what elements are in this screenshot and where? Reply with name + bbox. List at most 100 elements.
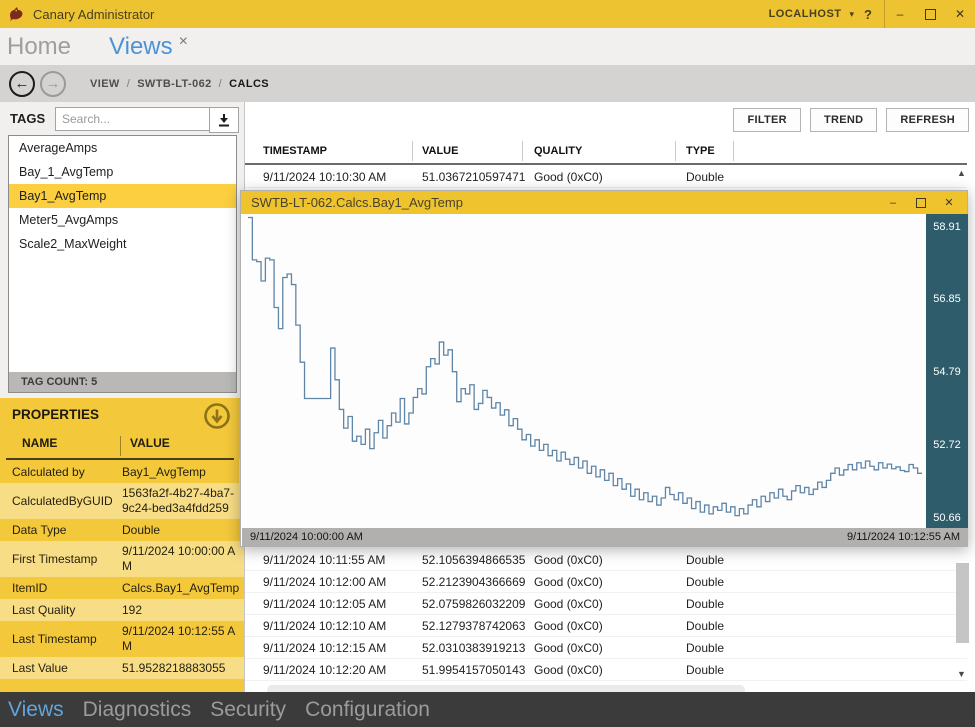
col-value[interactable]: VALUE bbox=[422, 140, 534, 162]
property-name: Data Type bbox=[0, 523, 122, 537]
maximize-button[interactable] bbox=[915, 0, 945, 28]
tag-search-input[interactable] bbox=[55, 107, 211, 131]
bottom-nav-views[interactable]: Views bbox=[8, 692, 64, 727]
table-row[interactable]: 9/11/2024 10:12:15 AM52.0310383919213Goo… bbox=[245, 637, 967, 659]
property-row[interactable]: Calculated byBay1_AvgTemp bbox=[0, 461, 244, 483]
column-divider bbox=[412, 141, 413, 161]
load-tags-button[interactable] bbox=[209, 107, 239, 133]
property-row[interactable]: Data TypeDouble bbox=[0, 519, 244, 541]
property-row[interactable]: Last Quality192 bbox=[0, 599, 244, 621]
tag-listbox: AverageAmpsBay_1_AvgTempBay1_AvgTempMete… bbox=[8, 135, 237, 393]
property-name: Calculated by bbox=[0, 465, 122, 479]
trend-chart-plot[interactable] bbox=[242, 214, 926, 528]
tag-list-item[interactable]: Bay_1_AvgTemp bbox=[9, 160, 236, 184]
bottom-nav-diagnostics[interactable]: Diagnostics bbox=[83, 692, 192, 727]
cell-type: Double bbox=[686, 615, 967, 637]
bottom-nav-security[interactable]: Security bbox=[210, 692, 286, 727]
scrollbar-up-arrow[interactable]: ▲ bbox=[957, 168, 966, 178]
property-row[interactable]: CalculatedByGUID1563fa2f-4b27-4ba7-9c24-… bbox=[0, 483, 244, 519]
data-table: 9/11/2024 10:11:55 AM52.1056394866535Goo… bbox=[245, 549, 967, 681]
properties-panel: PROPERTIES NAME VALUE Calculated byBay1_… bbox=[0, 398, 244, 692]
breadcrumb-view[interactable]: VIEW bbox=[90, 78, 120, 90]
cell-timestamp: 9/11/2024 10:12:20 AM bbox=[263, 659, 422, 681]
property-row[interactable]: First Timestamp9/11/2024 10:00:00 AM bbox=[0, 541, 244, 577]
tab-close-icon[interactable]: × bbox=[179, 33, 188, 51]
toolbar: FILTER TREND REFRESH bbox=[733, 108, 969, 132]
time-axis-start: 9/11/2024 10:00:00 AM bbox=[250, 531, 363, 543]
table-row[interactable]: 9/11/2024 10:12:10 AM52.1279378742063Goo… bbox=[245, 615, 967, 637]
cell-value: 51.0367210597471 bbox=[422, 166, 534, 188]
tag-list-item[interactable]: Bay1_AvgTemp bbox=[9, 184, 236, 208]
titlebar: Canary Administrator LOCALHOST ▾ ? – ✕ bbox=[0, 0, 975, 28]
cell-value: 51.9954157050143 bbox=[422, 659, 534, 681]
scrollbar-down-arrow[interactable]: ▼ bbox=[957, 669, 966, 679]
col-timestamp[interactable]: TIMESTAMP bbox=[263, 140, 422, 162]
minimize-button[interactable]: – bbox=[885, 0, 915, 28]
forward-button[interactable]: → bbox=[40, 71, 66, 97]
tag-list-item[interactable]: Scale2_MaxWeight bbox=[9, 232, 236, 256]
app-title: Canary Administrator bbox=[33, 7, 154, 22]
scrollbar-thumb[interactable] bbox=[956, 563, 969, 643]
table-row[interactable]: 9/11/2024 10:12:20 AM51.9954157050143Goo… bbox=[245, 659, 967, 681]
circle-arrow-down-icon bbox=[203, 402, 231, 430]
property-value: Double bbox=[122, 520, 244, 541]
help-button[interactable]: ? bbox=[864, 7, 872, 22]
table-row[interactable]: 9/11/2024 10:10:30 AM 51.0367210597471 G… bbox=[245, 166, 967, 188]
popup-close-button[interactable]: ✕ bbox=[935, 191, 963, 214]
cell-quality: Good (0xC0) bbox=[534, 571, 686, 593]
sidebar: TAGS AverageAmpsBay_1_AvgTempBay1_AvgTem… bbox=[0, 102, 245, 692]
chevron-down-icon[interactable]: ▾ bbox=[850, 9, 855, 20]
property-row[interactable]: Last Value51.9528218883055 bbox=[0, 657, 244, 679]
tag-list-item[interactable]: AverageAmps bbox=[9, 136, 236, 160]
y-axis-tick-label: 54.79 bbox=[926, 366, 968, 378]
cell-quality: Good (0xC0) bbox=[534, 659, 686, 681]
properties-title: PROPERTIES bbox=[12, 407, 99, 422]
property-value: 1563fa2f-4b27-4ba7-9c24-bed3a4fdd259 bbox=[122, 483, 244, 519]
tab-views[interactable]: Views bbox=[109, 28, 173, 65]
trend-button[interactable]: TREND bbox=[810, 108, 877, 132]
tab-home[interactable]: Home bbox=[7, 28, 71, 65]
popup-maximize-icon bbox=[916, 198, 926, 208]
tag-list-item[interactable]: Meter5_AvgAmps bbox=[9, 208, 236, 232]
cell-type: Double bbox=[686, 659, 967, 681]
cell-value: 52.2123904366669 bbox=[422, 571, 534, 593]
filter-button[interactable]: FILTER bbox=[733, 108, 800, 132]
cell-type: Double bbox=[686, 593, 967, 615]
property-value: Bay1_AvgTemp bbox=[122, 462, 244, 483]
cell-type: Double bbox=[686, 637, 967, 659]
tab-bar: Home Views × bbox=[0, 28, 975, 65]
popup-minimize-button[interactable]: – bbox=[879, 191, 907, 214]
trend-time-axis: 9/11/2024 10:00:00 AM 9/11/2024 10:12:55… bbox=[242, 528, 968, 547]
tag-list: AverageAmpsBay_1_AvgTempBay1_AvgTempMete… bbox=[9, 136, 236, 256]
properties-col-value: VALUE bbox=[130, 436, 170, 450]
breadcrumb-current: CALCS bbox=[229, 78, 269, 90]
back-button[interactable]: ← bbox=[9, 71, 35, 97]
cell-quality: Good (0xC0) bbox=[534, 637, 686, 659]
property-name: Last Timestamp bbox=[0, 632, 122, 646]
tags-panel-title: TAGS bbox=[10, 111, 45, 126]
property-row[interactable]: Last Timestamp9/11/2024 10:12:55 AM bbox=[0, 621, 244, 657]
table-row[interactable]: 9/11/2024 10:12:05 AM52.0759826032209Goo… bbox=[245, 593, 967, 615]
maximize-icon bbox=[925, 9, 936, 20]
property-row[interactable]: ItemIDCalcs.Bay1_AvgTemp bbox=[0, 577, 244, 599]
table-header-separator bbox=[245, 163, 967, 165]
table-row[interactable]: 9/11/2024 10:11:55 AM52.1056394866535Goo… bbox=[245, 549, 967, 571]
trend-popup-titlebar[interactable]: SWTB-LT-062.Calcs.Bay1_AvgTemp – ✕ bbox=[241, 191, 967, 214]
host-selector[interactable]: LOCALHOST bbox=[769, 8, 842, 20]
breadcrumb-dataset[interactable]: SWTB-LT-062 bbox=[137, 78, 211, 90]
popup-maximize-button[interactable] bbox=[907, 191, 935, 214]
bottom-nav-configuration[interactable]: Configuration bbox=[305, 692, 430, 727]
refresh-button[interactable]: REFRESH bbox=[886, 108, 969, 132]
col-quality[interactable]: QUALITY bbox=[534, 140, 686, 162]
cell-quality: Good (0xC0) bbox=[534, 593, 686, 615]
properties-col-name: NAME bbox=[22, 436, 57, 450]
column-divider bbox=[675, 141, 676, 161]
collapse-properties-button[interactable] bbox=[203, 402, 231, 430]
table-row[interactable]: 9/11/2024 10:12:00 AM52.2123904366669Goo… bbox=[245, 571, 967, 593]
y-axis-tick-label: 58.91 bbox=[926, 221, 968, 233]
properties-header-row: NAME VALUE bbox=[0, 436, 244, 456]
col-type[interactable]: TYPE bbox=[686, 140, 975, 162]
column-divider bbox=[522, 141, 523, 161]
close-button[interactable]: ✕ bbox=[945, 0, 975, 28]
cell-quality: Good (0xC0) bbox=[534, 549, 686, 571]
